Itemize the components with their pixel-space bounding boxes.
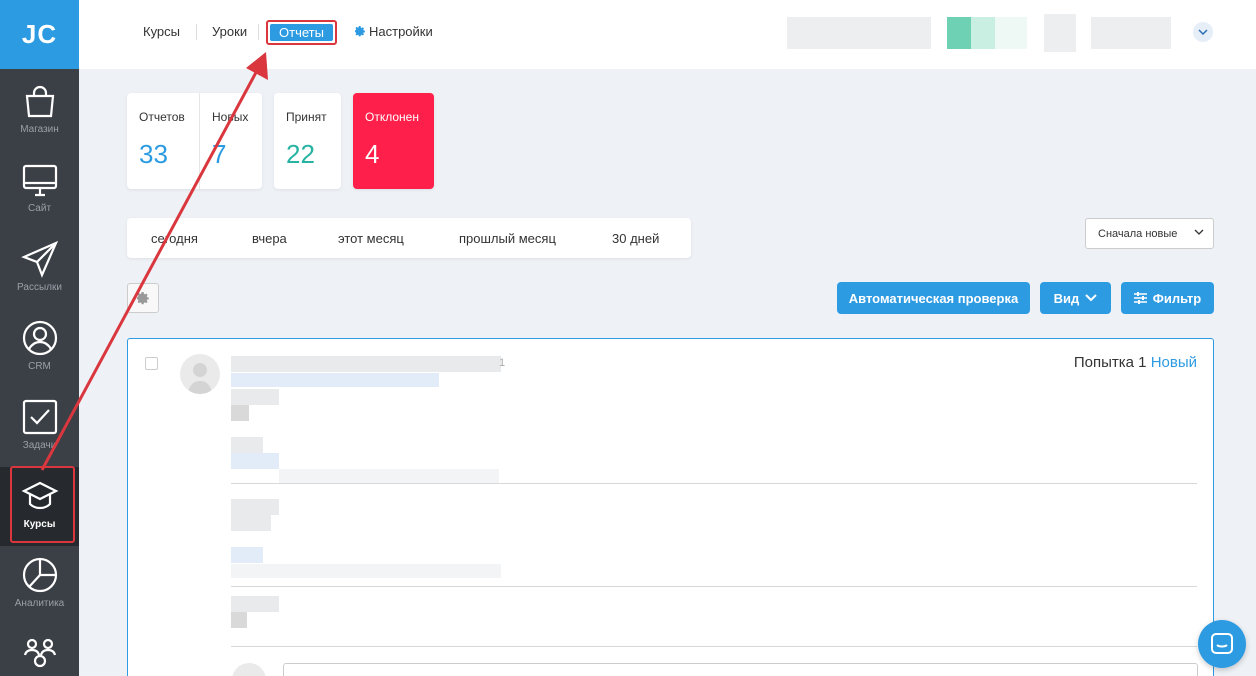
- auto-check-label: Автоматическая проверка: [848, 290, 1019, 306]
- chevron-down-icon: [1198, 29, 1208, 35]
- blurred-text: [231, 437, 263, 453]
- divider: [231, 483, 1197, 484]
- tab-reports[interactable]: Отчеты: [266, 20, 337, 45]
- user-circle-icon: [22, 320, 57, 356]
- account-dropdown-button[interactable]: [1193, 22, 1213, 42]
- sidebar: JC Магазин Сайт Рассылки CRM Задачи Курс…: [0, 0, 79, 676]
- sidebar-item-crm[interactable]: CRM: [0, 309, 79, 388]
- shopping-bag-icon: [25, 85, 54, 118]
- sidebar-item-label: Аналитика: [14, 598, 65, 609]
- tab-separator: [196, 24, 197, 40]
- monitor-icon: [22, 164, 57, 197]
- new-value: 7: [212, 139, 227, 169]
- gear-icon: [355, 26, 365, 37]
- blurred-text: [231, 453, 279, 469]
- app-logo[interactable]: JC: [0, 0, 79, 69]
- blurred-text: [279, 469, 499, 483]
- blurred-text: [231, 612, 247, 628]
- attempt-label: Попытка 1: [1073, 354, 1147, 371]
- view-label: Вид: [1053, 290, 1080, 306]
- avatar: [180, 354, 220, 394]
- sidebar-item-people[interactable]: [0, 625, 79, 676]
- sidebar-item-label: Задачи: [22, 440, 57, 451]
- gear-icon: [136, 291, 149, 304]
- top-navbar: Курсы Уроки Отчеты Настройки: [79, 0, 1256, 69]
- date-filter-last-month[interactable]: прошлый месяц: [459, 231, 556, 246]
- blurred-lesson-link: [231, 373, 439, 387]
- sidebar-item-label: CRM: [28, 361, 51, 372]
- sidebar-item-label: Рассылки: [17, 282, 62, 293]
- accepted-label: Принят: [286, 110, 327, 124]
- status-badge: Новый: [1150, 354, 1197, 371]
- filter-label: Фильтр: [1152, 290, 1202, 306]
- tab-lessons[interactable]: Уроки: [212, 24, 247, 39]
- blurred-account-info: [787, 17, 931, 49]
- chevron-down-icon: [1194, 229, 1204, 235]
- courses-highlight-box: [10, 466, 75, 543]
- date-filter-30-days[interactable]: 30 дней: [612, 231, 659, 246]
- date-filter-bar: сегодня вчера этот месяц прошлый месяц 3…: [127, 218, 691, 258]
- rejected-label: Отклонен: [365, 110, 419, 124]
- sidebar-item-tasks[interactable]: Задачи: [0, 388, 79, 467]
- sliders-icon: [1133, 292, 1147, 304]
- blurred-text: [231, 547, 263, 563]
- tab-separator: [258, 24, 259, 40]
- stats-card-reports[interactable]: Отчетов 33 Новых 7: [127, 93, 262, 189]
- chat-widget-button[interactable]: [1198, 620, 1246, 668]
- paper-plane-icon: [20, 240, 58, 278]
- blurred-text: [231, 596, 279, 612]
- sidebar-item-analytics[interactable]: Аналитика: [0, 546, 79, 625]
- blurred-text: [231, 405, 249, 421]
- attempt-info: Попытка 1 Новый: [1074, 354, 1197, 371]
- blurred-student-name: [231, 356, 501, 372]
- blurred-text: [231, 515, 271, 531]
- sidebar-item-label: Сайт: [27, 203, 52, 214]
- sort-select-value: Сначала новые: [1098, 227, 1178, 240]
- rejected-value: 4: [365, 139, 380, 169]
- report-checkbox[interactable]: [145, 357, 158, 370]
- report-fragment-text: 1: [499, 357, 506, 369]
- chevron-down-icon: [1085, 294, 1098, 302]
- people-icon: [23, 638, 56, 668]
- sidebar-item-label: Магазин: [20, 124, 59, 135]
- chat-icon: [1211, 633, 1233, 654]
- divider: [231, 586, 1197, 587]
- reports-label: Отчетов: [139, 110, 185, 124]
- blurred-username: [1091, 17, 1171, 49]
- reports-value: 33: [139, 139, 168, 169]
- table-settings-button[interactable]: [127, 283, 159, 313]
- blurred-balance: [947, 17, 1027, 49]
- new-label: Новых: [212, 110, 249, 124]
- user-placeholder-icon: [188, 363, 212, 394]
- sort-select[interactable]: Сначала новые: [1085, 218, 1214, 249]
- blurred-text: [231, 499, 279, 515]
- tab-settings-label: Настройки: [369, 24, 433, 39]
- tab-courses[interactable]: Курсы: [143, 24, 180, 39]
- pie-chart-icon: [22, 557, 57, 593]
- sidebar-item-site[interactable]: Сайт: [0, 151, 79, 230]
- stats-card-rejected[interactable]: Отклонен 4: [353, 93, 434, 189]
- date-filter-today[interactable]: сегодня: [151, 231, 198, 246]
- tab-reports-label: Отчеты: [270, 24, 333, 41]
- blurred-text: [231, 389, 279, 405]
- divider: [231, 646, 1197, 647]
- view-dropdown-button[interactable]: Вид: [1040, 282, 1111, 314]
- date-filter-yesterday[interactable]: вчера: [252, 231, 287, 246]
- sidebar-item-shop[interactable]: Магазин: [0, 72, 79, 151]
- tab-settings[interactable]: Настройки: [355, 24, 433, 39]
- filter-button[interactable]: Фильтр: [1121, 282, 1214, 314]
- blurred-text: [231, 564, 501, 578]
- blurred-avatar: [1044, 14, 1076, 52]
- card-divider: [199, 93, 200, 189]
- checkbox-icon: [22, 399, 57, 435]
- accepted-value: 22: [286, 139, 315, 169]
- sidebar-item-mailing[interactable]: Рассылки: [0, 230, 79, 309]
- auto-check-button[interactable]: Автоматическая проверка: [837, 282, 1030, 314]
- date-filter-this-month[interactable]: этот месяц: [338, 231, 404, 246]
- stats-card-accepted[interactable]: Принят 22: [274, 93, 341, 189]
- commenter-avatar: [232, 663, 266, 676]
- comment-input[interactable]: [283, 663, 1198, 676]
- report-panel: 1 Попытка 1 Новый: [127, 338, 1214, 676]
